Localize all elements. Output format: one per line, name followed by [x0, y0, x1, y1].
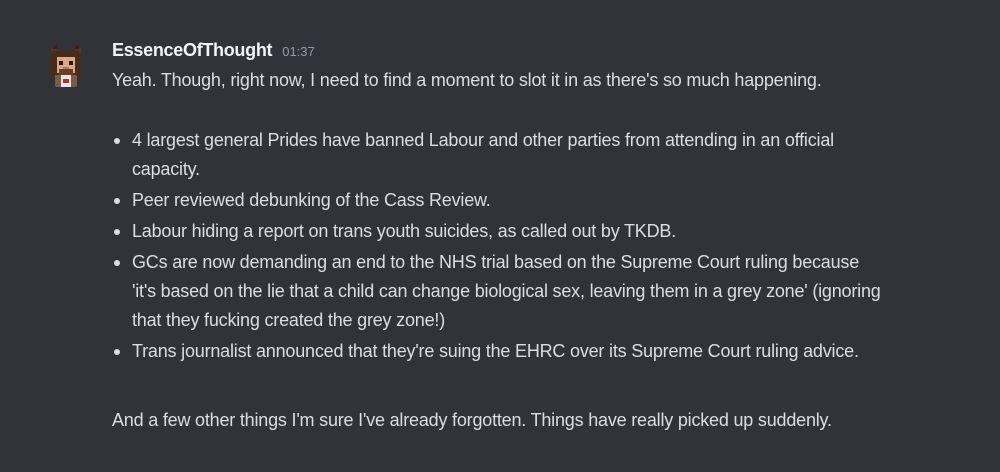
avatar[interactable] [43, 43, 89, 89]
message-outro: And a few other things I'm sure I've alr… [112, 410, 832, 430]
list-item-text: GCs are now demanding an end to the NHS … [132, 252, 881, 330]
bullet-dot [114, 349, 120, 355]
chat-message: EssenceOfThought 01:37 Yeah. Though, rig… [0, 0, 1000, 472]
list-item-text: 4 largest general Prides have banned Lab… [132, 130, 834, 179]
list-item-text: Trans journalist announced that they're … [132, 341, 859, 361]
username[interactable]: EssenceOfThought [112, 40, 273, 61]
message-header: EssenceOfThought 01:37 [112, 40, 315, 64]
list-item-text: Peer reviewed debunking of the Cass Revi… [132, 190, 491, 210]
bullet-dot [114, 260, 120, 266]
bullet-list: 4 largest general Prides have banned Lab… [112, 126, 972, 368]
list-item-text: Labour hiding a report on trans youth su… [132, 221, 676, 241]
bullet-dot [114, 138, 120, 144]
list-item: Labour hiding a report on trans youth su… [112, 217, 972, 246]
message-intro: Yeah. Though, right now, I need to find … [112, 70, 822, 90]
list-item: GCs are now demanding an end to the NHS … [112, 248, 972, 335]
pixel-art-avatar-icon [43, 43, 89, 89]
list-item: 4 largest general Prides have banned Lab… [112, 126, 972, 184]
bullet-dot [114, 198, 120, 204]
bullet-dot [114, 229, 120, 235]
list-item: Peer reviewed debunking of the Cass Revi… [112, 186, 972, 215]
timestamp[interactable]: 01:37 [282, 44, 315, 59]
list-item: Trans journalist announced that they're … [112, 337, 972, 366]
